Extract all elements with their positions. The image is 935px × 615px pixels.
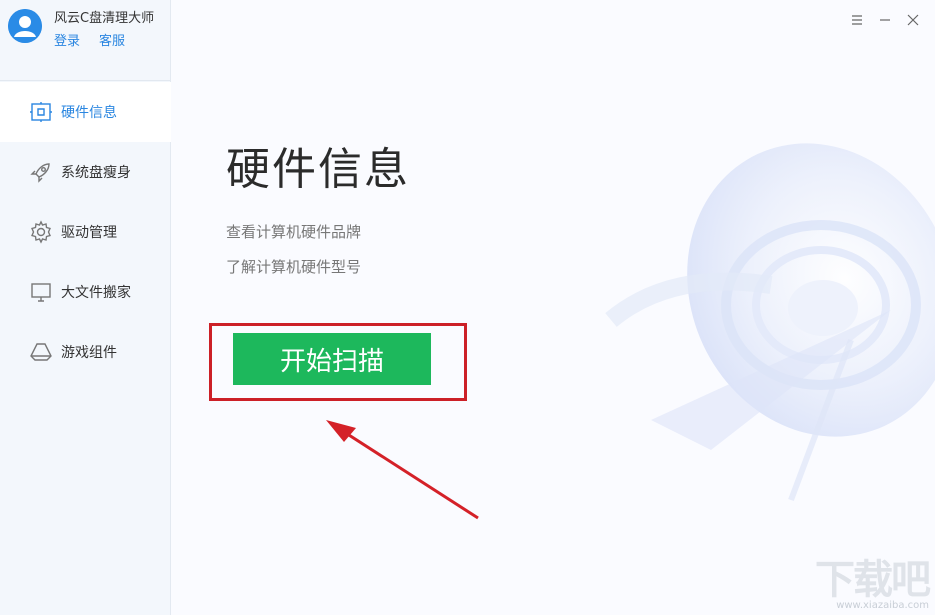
sidebar-item-label: 驱动管理 — [61, 225, 117, 241]
watermark: 下载吧 www.xiazaiba.com — [815, 557, 931, 611]
minimize-icon[interactable] — [877, 12, 893, 28]
sidebar-item-label: 大文件搬家 — [61, 285, 131, 301]
login-link[interactable]: 登录 — [54, 30, 80, 49]
sidebar: 风云C盘清理大师 登录 客服 硬件信息 系统盘瘦身 驱动管理 大文件搬家 游戏组… — [0, 0, 171, 615]
sidebar-item-label: 游戏组件 — [61, 345, 117, 361]
close-icon[interactable] — [905, 12, 921, 28]
gear-icon — [29, 220, 53, 244]
page-title: 硬件信息 — [226, 144, 410, 195]
game-drive-icon — [29, 340, 53, 364]
customer-service-link[interactable]: 客服 — [99, 30, 125, 49]
avatar-icon[interactable] — [8, 9, 42, 43]
user-header: 风云C盘清理大师 登录 客服 — [0, 0, 170, 81]
app-name: 风云C盘清理大师 — [54, 11, 155, 26]
sidebar-item-driver-management[interactable]: 驱动管理 — [0, 202, 170, 262]
sidebar-item-game-components[interactable]: 游戏组件 — [0, 322, 170, 382]
main-panel: 硬件信息 查看计算机硬件品牌 了解计算机硬件型号 开始扫描 下载吧 www.xi… — [171, 0, 935, 615]
rocket-icon — [29, 160, 53, 184]
description-brand: 查看计算机硬件品牌 — [226, 223, 362, 241]
sidebar-item-large-file-move[interactable]: 大文件搬家 — [0, 262, 170, 322]
watermark-logo: 下载吧 — [815, 557, 931, 603]
sidebar-nav: 硬件信息 系统盘瘦身 驱动管理 大文件搬家 游戏组件 — [0, 82, 171, 382]
hardware-icon — [29, 100, 53, 124]
menu-icon[interactable] — [849, 12, 865, 28]
sidebar-item-hardware-info[interactable]: 硬件信息 — [0, 82, 171, 142]
description-model: 了解计算机硬件型号 — [226, 258, 362, 276]
window-controls — [849, 12, 921, 28]
monitor-icon — [29, 280, 53, 304]
decorative-planet-graphic — [605, 143, 935, 502]
sidebar-item-label: 硬件信息 — [61, 105, 117, 121]
sidebar-item-system-slim[interactable]: 系统盘瘦身 — [0, 142, 170, 202]
sidebar-item-label: 系统盘瘦身 — [61, 165, 131, 181]
start-scan-button[interactable]: 开始扫描 — [233, 333, 431, 385]
red-arrow-annotation — [326, 420, 479, 520]
